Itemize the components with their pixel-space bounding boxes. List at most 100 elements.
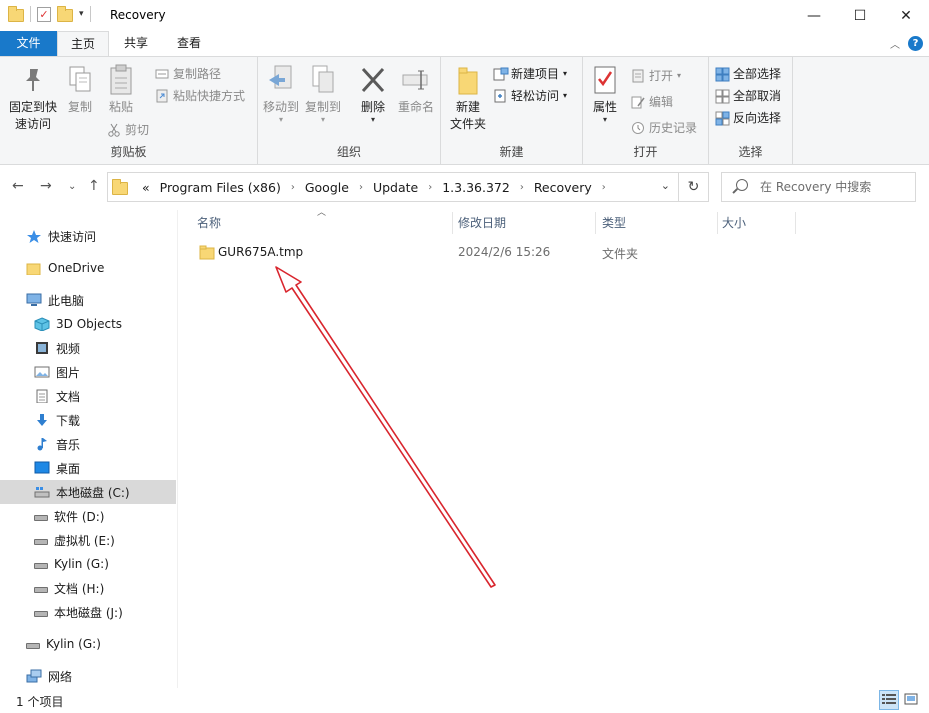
customize-qat-dropdown-icon[interactable]: ▾: [79, 9, 84, 19]
properties-qat-icon[interactable]: ✓: [37, 6, 51, 22]
chevron-down-icon: ▾: [320, 115, 325, 124]
paste-shortcut-label: 粘贴快捷方式: [173, 89, 246, 103]
breadcrumb-overflow[interactable]: «: [142, 180, 150, 195]
rename-button[interactable]: 重命名: [394, 63, 438, 116]
tab-share[interactable]: 共享: [113, 31, 159, 56]
pin-label-line1: 固定到快: [8, 100, 57, 114]
chevron-right-icon[interactable]: ›: [602, 182, 606, 193]
recent-locations-chevron-icon[interactable]: ⌄: [68, 181, 76, 192]
select-group-label: 选择: [738, 145, 763, 159]
new-folder-button[interactable]: 新建 文件夹: [447, 63, 489, 133]
pin-to-quick-access-button[interactable]: 固定到快 速访问: [6, 63, 60, 133]
edit-button[interactable]: 编辑: [631, 93, 673, 110]
column-header-size[interactable]: 大小: [716, 212, 796, 234]
sidebar-item-label: 软件 (D:): [54, 509, 105, 524]
properties-button[interactable]: 属性 ▾: [589, 63, 621, 124]
select-group: 全部选择 全部取消 反向选择 选择: [709, 57, 793, 164]
forward-arrow-icon[interactable]: →: [40, 178, 52, 194]
sidebar-item-quick-access[interactable]: 快速访问: [26, 224, 96, 248]
address-bar[interactable]: « Program Files (x86) › Google › Update …: [107, 172, 709, 202]
chevron-right-icon[interactable]: ›: [520, 182, 524, 193]
network-icon: [26, 669, 42, 683]
large-icons-view-button[interactable]: [901, 690, 921, 710]
sidebar-item-pictures[interactable]: 图片: [34, 360, 80, 384]
folder-icon: [199, 244, 215, 263]
close-button[interactable]: ✕: [883, 0, 929, 31]
paste-button[interactable]: 粘贴: [103, 63, 139, 116]
back-arrow-icon[interactable]: ←: [12, 178, 24, 194]
sidebar-item-network[interactable]: 网络: [26, 664, 72, 688]
sidebar-item-drive-g[interactable]: Kylin (G:): [34, 552, 109, 576]
column-header-name[interactable]: 名称: [191, 212, 453, 234]
minimize-button[interactable]: —: [791, 0, 837, 31]
table-row[interactable]: GUR675A.tmp 2024/2/6 15:26 文件夹: [196, 242, 796, 264]
new-folder-qat-icon[interactable]: [57, 6, 73, 22]
crumb-version[interactable]: 1.3.36.372: [442, 180, 510, 195]
sidebar-item-drive-d[interactable]: 软件 (D:): [34, 504, 104, 528]
select-all-button[interactable]: 全部选择: [715, 65, 781, 82]
properties-label: 属性: [592, 100, 617, 114]
sidebar-item-label: 桌面: [56, 461, 81, 476]
status-bar: 1 个项目: [0, 688, 929, 713]
search-input[interactable]: [760, 178, 910, 196]
copy-path-button[interactable]: 复制路径: [155, 65, 221, 82]
clipboard-group: 固定到快 速访问 复制 粘贴 复制路径 粘贴快捷方式 剪切 剪贴板: [0, 57, 258, 164]
sidebar-item-drive-c[interactable]: 本地磁盘 (C:): [0, 480, 176, 504]
chevron-right-icon[interactable]: ›: [359, 182, 363, 193]
column-header-modified[interactable]: 修改日期: [452, 212, 596, 234]
drive-icon: [34, 539, 48, 545]
copy-button[interactable]: 复制: [62, 63, 98, 116]
tab-home[interactable]: 主页: [57, 31, 109, 56]
sidebar-item-desktop[interactable]: 桌面: [34, 456, 80, 480]
history-button[interactable]: 历史记录: [631, 119, 697, 136]
drive-icon: [34, 563, 48, 569]
file-name[interactable]: GUR675A.tmp: [218, 245, 303, 259]
new-item-icon: [493, 67, 509, 81]
copy-to-button[interactable]: 复制到 ▾: [303, 63, 343, 124]
sidebar-item-kylin[interactable]: Kylin (G:): [26, 632, 101, 656]
sidebar-item-music[interactable]: 音乐: [34, 432, 80, 456]
delete-button[interactable]: 删除 ▾: [355, 63, 391, 124]
copy-label: 复制: [67, 100, 92, 114]
collapse-ribbon-icon[interactable]: ︿: [890, 36, 900, 51]
cut-button[interactable]: 剪切: [107, 121, 149, 138]
chevron-right-icon[interactable]: ›: [428, 182, 432, 193]
refresh-icon[interactable]: ↻: [678, 173, 708, 201]
open-button[interactable]: 打开 ▾: [631, 67, 681, 84]
select-none-button[interactable]: 全部取消: [715, 87, 781, 104]
crumb-recovery[interactable]: Recovery: [534, 180, 592, 195]
sidebar-item-downloads[interactable]: 下载: [34, 408, 80, 432]
tab-view[interactable]: 查看: [163, 31, 215, 56]
new-item-button[interactable]: 新建项目 ▾: [493, 65, 567, 82]
sidebar-item-documents[interactable]: 文档: [34, 384, 80, 408]
easy-access-button[interactable]: 轻松访问 ▾: [493, 87, 567, 104]
chevron-right-icon[interactable]: ›: [291, 182, 295, 193]
sidebar-item-this-pc[interactable]: 此电脑: [26, 288, 84, 312]
new-folder-icon: [452, 63, 484, 97]
sidebar-item-onedrive[interactable]: OneDrive: [26, 256, 104, 280]
column-header-type[interactable]: 类型: [596, 212, 718, 234]
crumb-update[interactable]: Update: [373, 180, 418, 195]
sidebar-item-3d-objects[interactable]: 3D Objects: [34, 312, 122, 336]
move-to-button[interactable]: 移动到 ▾: [261, 63, 301, 124]
star-icon: [26, 229, 42, 243]
crumb-google[interactable]: Google: [305, 180, 349, 195]
sidebar-item-label: 图片: [56, 365, 81, 380]
maximize-button[interactable]: ☐: [837, 0, 883, 31]
search-box[interactable]: [721, 172, 916, 202]
crumb-program-files[interactable]: Program Files (x86): [160, 180, 281, 195]
help-icon[interactable]: ?: [908, 36, 923, 51]
folder-icon: [26, 261, 42, 276]
invert-selection-button[interactable]: 反向选择: [715, 109, 781, 126]
up-arrow-icon[interactable]: ↑: [88, 178, 100, 194]
address-dropdown-icon[interactable]: ⌄: [661, 179, 670, 192]
tab-file[interactable]: 文件: [0, 31, 57, 56]
sidebar-item-drive-e[interactable]: 虚拟机 (E:): [34, 528, 115, 552]
sidebar-item-drive-h[interactable]: 文档 (H:): [34, 576, 104, 600]
sidebar-item-videos[interactable]: 视频: [34, 336, 80, 360]
sidebar-item-drive-j[interactable]: 本地磁盘 (J:): [34, 600, 123, 624]
paste-shortcut-icon: [155, 89, 169, 103]
details-view-button[interactable]: [879, 690, 899, 710]
3d-objects-icon: [34, 317, 50, 332]
paste-shortcut-button[interactable]: 粘贴快捷方式: [155, 87, 245, 104]
